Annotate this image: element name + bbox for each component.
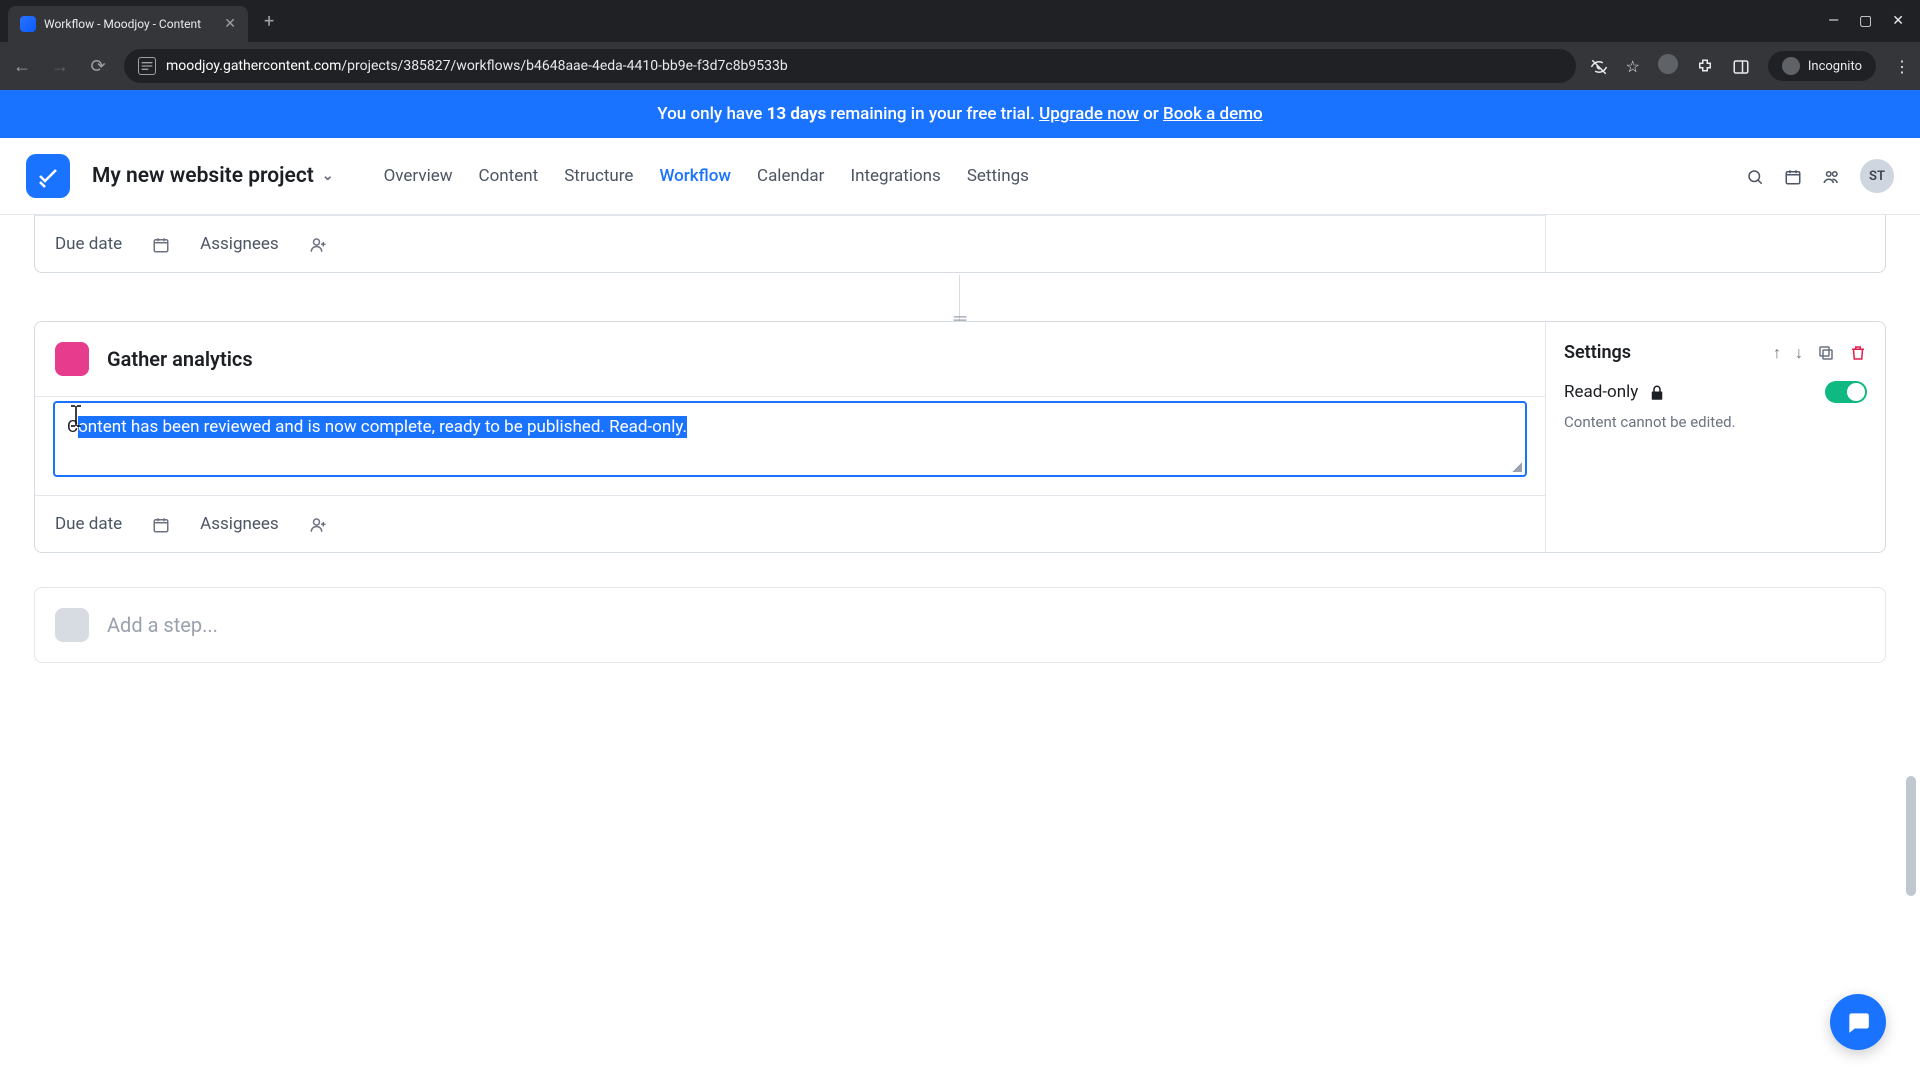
nav-calendar[interactable]: Calendar <box>757 166 824 186</box>
chat-fab[interactable] <box>1830 994 1886 1050</box>
profile-icon[interactable] <box>1658 54 1678 78</box>
add-assignee-icon[interactable] <box>309 234 327 254</box>
step-color-placeholder <box>55 608 89 642</box>
book-demo-link[interactable]: Book a demo <box>1163 104 1263 124</box>
forward-button[interactable]: → <box>48 56 72 77</box>
add-assignee-icon[interactable] <box>309 514 327 534</box>
browser-tab[interactable]: Workflow - Moodjoy - Content ✕ <box>8 6 248 42</box>
workflow-step-prev: Due date Assignees <box>34 215 1886 273</box>
drag-handle-icon[interactable]: ═ <box>954 308 967 329</box>
delete-icon[interactable] <box>1849 343 1867 363</box>
new-tab-button[interactable]: + <box>256 7 282 36</box>
workflow-step: ═ Gather analytics Content has been revi… <box>34 321 1886 553</box>
due-date-label: Due date <box>55 234 122 254</box>
nav-integrations[interactable]: Integrations <box>850 166 940 186</box>
duplicate-icon[interactable] <box>1817 343 1835 363</box>
sidepanel-icon[interactable] <box>1732 56 1750 76</box>
readonly-label: Read-only <box>1564 382 1638 402</box>
kebab-menu-icon[interactable]: ⋮ <box>1894 57 1910 76</box>
nav-workflow[interactable]: Workflow <box>659 166 731 186</box>
assignees-label: Assignees <box>200 514 279 534</box>
chevron-down-icon: ⌄ <box>322 168 334 184</box>
upgrade-link[interactable]: Upgrade now <box>1039 104 1139 124</box>
assignees-label: Assignees <box>200 234 279 254</box>
calendar-picker-icon[interactable] <box>152 514 170 534</box>
due-date-label: Due date <box>55 514 122 534</box>
back-button[interactable]: ← <box>10 56 34 77</box>
calendar-picker-icon[interactable] <box>152 234 170 254</box>
move-up-icon[interactable]: ↑ <box>1773 343 1781 363</box>
trial-banner: You only have 13 days remaining in your … <box>0 90 1920 138</box>
readonly-toggle[interactable] <box>1825 381 1867 403</box>
extensions-icon[interactable] <box>1696 56 1714 76</box>
add-step-button[interactable]: Add a step... <box>34 587 1886 663</box>
url-text: moodjoy.gathercontent.com/projects/38582… <box>166 58 788 74</box>
lock-icon <box>1648 382 1666 402</box>
calendar-icon[interactable] <box>1784 166 1802 186</box>
people-icon[interactable] <box>1822 166 1840 186</box>
nav-overview[interactable]: Overview <box>384 166 453 186</box>
avatar[interactable]: ST <box>1860 159 1894 193</box>
nav-structure[interactable]: Structure <box>564 166 633 186</box>
tab-close-icon[interactable]: ✕ <box>224 16 236 32</box>
incognito-icon <box>1782 57 1800 75</box>
move-down-icon[interactable]: ↓ <box>1795 343 1803 363</box>
step-color-chip[interactable] <box>55 342 89 376</box>
step-title[interactable]: Gather analytics <box>107 347 253 371</box>
nav-settings[interactable]: Settings <box>967 166 1029 186</box>
scrollbar[interactable] <box>1904 320 1918 1080</box>
search-icon[interactable] <box>1746 166 1764 186</box>
reload-button[interactable]: ⟳ <box>86 56 110 77</box>
app-logo[interactable] <box>26 154 70 198</box>
nav-content[interactable]: Content <box>479 166 539 186</box>
settings-heading: Settings <box>1564 342 1631 363</box>
minimize-icon[interactable]: — <box>1828 13 1839 29</box>
eye-off-icon[interactable] <box>1590 56 1608 76</box>
close-window-icon[interactable]: ✕ <box>1892 13 1904 29</box>
incognito-chip[interactable]: Incognito <box>1768 51 1876 81</box>
maximize-icon[interactable]: ▢ <box>1859 13 1872 29</box>
bookmark-star-icon[interactable]: ☆ <box>1626 57 1640 76</box>
address-bar[interactable]: moodjoy.gathercontent.com/projects/38582… <box>124 49 1576 83</box>
readonly-hint: Content cannot be edited. <box>1546 407 1885 449</box>
site-info-icon[interactable] <box>138 57 156 75</box>
tab-title: Workflow - Moodjoy - Content <box>44 17 216 31</box>
favicon <box>20 16 36 32</box>
project-picker[interactable]: My new website project ⌄ <box>92 164 334 188</box>
step-description-input[interactable]: Content has been reviewed and is now com… <box>53 401 1527 477</box>
